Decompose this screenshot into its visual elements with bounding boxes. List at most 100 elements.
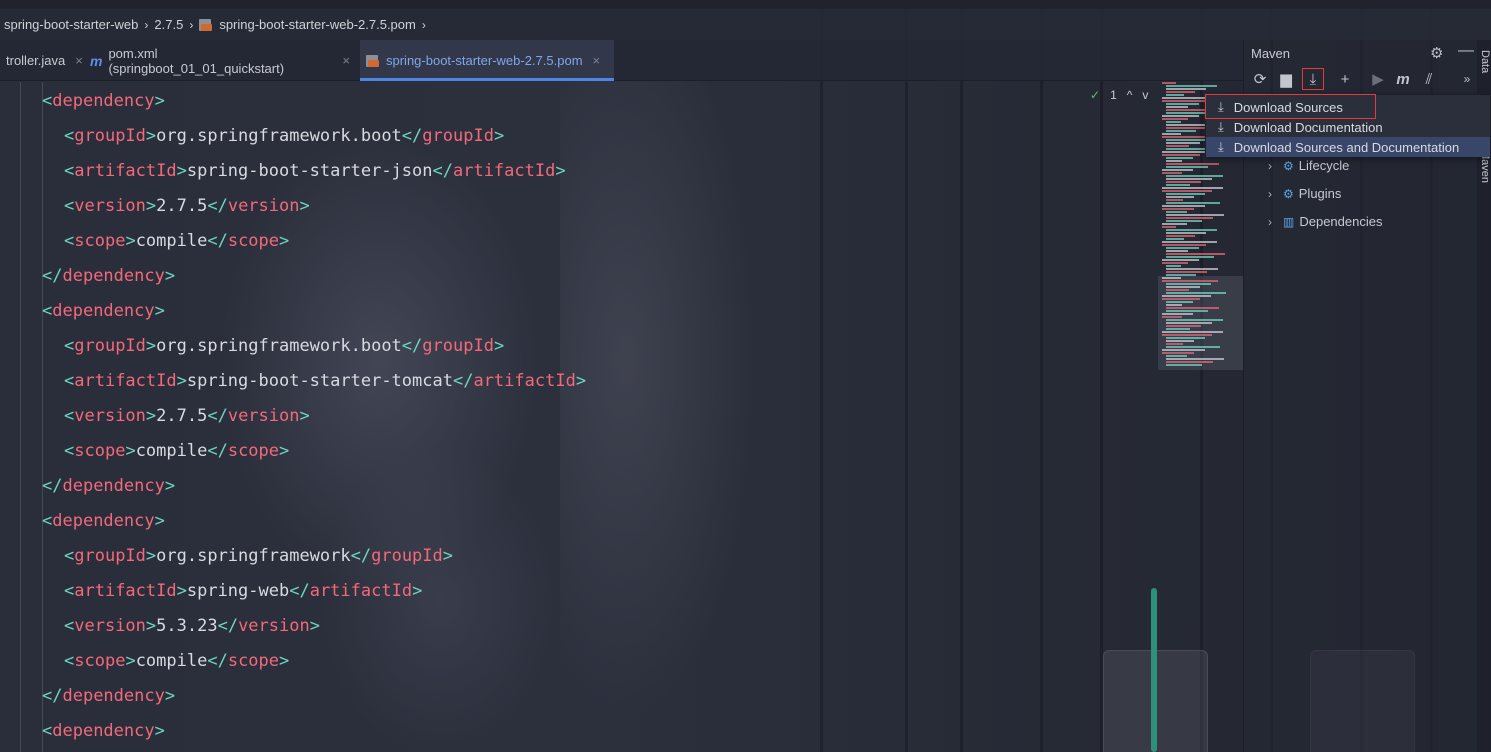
tree-item-dependencies[interactable]: › ▥ Dependencies xyxy=(1268,214,1382,229)
indent-guide xyxy=(20,82,21,752)
tag-name: groupId xyxy=(422,126,494,146)
tag-name: artifactId xyxy=(452,161,556,181)
menu-item-download-sources-and-documentation[interactable]: ⤓ Download Sources and Documentation xyxy=(1206,137,1490,157)
inspection-widget[interactable]: ✓ 1 ^ v xyxy=(1090,88,1148,102)
element-text: spring-boot-starter-json xyxy=(186,161,433,181)
tag-name: artifactId xyxy=(473,371,576,391)
code-line[interactable]: <artifactId>spring-boot-starter-json</ar… xyxy=(64,154,566,189)
tag-name: scope xyxy=(74,441,126,461)
tab-starter-web-pom[interactable]: spring-boot-starter-web-2.7.5.pom × xyxy=(360,40,614,81)
code-line[interactable]: <groupId>org.springframework</groupId> xyxy=(64,539,453,574)
minimap-line xyxy=(1162,187,1223,189)
code-editor[interactable]: <dependency> <groupId>org.springframework… xyxy=(0,82,1160,752)
code-line[interactable]: <groupId>org.springframework.boot</group… xyxy=(64,119,504,154)
code-line[interactable]: <scope>compile</scope> xyxy=(64,224,289,259)
tree-item-lifecycle[interactable]: › ⚙ Lifecycle xyxy=(1268,158,1349,173)
add-icon[interactable]: + xyxy=(1334,68,1356,90)
tag-name: version xyxy=(238,616,310,636)
minimap-line xyxy=(1166,268,1218,270)
tag-close-bracket: > xyxy=(279,441,290,461)
maven-goal-icon[interactable]: m xyxy=(1392,68,1414,90)
generate-sources-icon[interactable]: ▆ xyxy=(1275,68,1297,90)
skip-tests-icon[interactable]: ⫽ xyxy=(1418,68,1440,90)
breadcrumb-item-artifact[interactable]: spring-boot-starter-web xyxy=(4,17,138,32)
element-text: spring-web xyxy=(186,581,290,601)
close-icon[interactable]: × xyxy=(593,53,601,68)
tag-name: groupId xyxy=(371,546,443,566)
gear-icon[interactable]: ⚙ xyxy=(1430,44,1443,62)
code-line[interactable]: </dependency> xyxy=(42,469,175,504)
tag-close-bracket: > xyxy=(154,91,165,111)
tag-name: artifactId xyxy=(74,161,177,181)
code-line[interactable]: <dependency> xyxy=(42,294,165,329)
minimap-line xyxy=(1166,88,1206,90)
more-icon[interactable]: » xyxy=(1456,68,1478,90)
tag-open-bracket: </ xyxy=(207,231,228,251)
tag-open-bracket: </ xyxy=(452,371,474,391)
minimize-icon[interactable]: — xyxy=(1458,42,1474,60)
minimap-line xyxy=(1166,103,1199,105)
chevron-right-icon[interactable]: › xyxy=(1268,215,1278,229)
tag-open-bracket: < xyxy=(64,441,75,461)
chevron-right-icon[interactable]: › xyxy=(1268,159,1278,173)
breadcrumb-separator: › xyxy=(421,17,426,32)
element-text: compile xyxy=(135,441,208,461)
tag-name: scope xyxy=(227,651,280,671)
close-icon[interactable]: × xyxy=(342,53,350,68)
minimap-line xyxy=(1166,289,1189,291)
breadcrumb-item-version[interactable]: 2.7.5 xyxy=(154,17,183,32)
tag-name: version xyxy=(227,196,300,216)
tag-open-bracket: </ xyxy=(289,581,310,601)
menu-item-label: Download Sources and Documentation xyxy=(1233,139,1460,155)
code-line[interactable]: <version>2.7.5</version> xyxy=(64,189,310,224)
chevron-up-icon[interactable]: ^ xyxy=(1127,88,1133,102)
chevron-down-icon[interactable]: v xyxy=(1142,88,1148,102)
tag-close-bracket: > xyxy=(145,406,157,426)
dependencies-icon: ▥ xyxy=(1283,214,1295,229)
vertical-scrollbar[interactable] xyxy=(1151,588,1157,752)
close-icon[interactable]: × xyxy=(75,53,83,68)
tag-close-bracket: > xyxy=(154,511,165,531)
download-icon[interactable]: ⤓ xyxy=(1302,68,1324,90)
tab-controller-java[interactable]: troller.java × xyxy=(0,40,83,81)
tab-label: spring-boot-starter-web-2.7.5.pom xyxy=(386,53,583,68)
code-line[interactable]: <dependency> xyxy=(42,84,165,119)
tag-close-bracket: > xyxy=(575,371,587,391)
minimap-line xyxy=(1162,259,1199,261)
reload-icon[interactable]: ⟳ xyxy=(1249,68,1271,90)
code-line[interactable]: <scope>compile</scope> xyxy=(64,644,289,679)
tag-close-bracket: > xyxy=(279,231,290,251)
tag-open-bracket: < xyxy=(64,161,75,181)
breadcrumb-item-file[interactable]: spring-boot-starter-web-2.7.5.pom xyxy=(219,17,416,32)
tree-item-plugins[interactable]: › ⚙ Plugins xyxy=(1268,186,1341,201)
code-line[interactable]: <dependency> xyxy=(42,714,165,749)
tag-name: version xyxy=(227,406,300,426)
side-tab-data[interactable]: Data xyxy=(1479,50,1491,73)
minimap-line xyxy=(1162,118,1188,120)
code-line[interactable]: <version>2.7.5</version> xyxy=(64,399,310,434)
minimap-line xyxy=(1162,115,1199,117)
code-line[interactable]: </dependency> xyxy=(42,259,175,294)
check-icon: ✓ xyxy=(1090,88,1101,102)
code-line[interactable]: <groupId>org.springframework.boot</group… xyxy=(64,329,504,364)
code-line[interactable]: <version>5.3.23</version> xyxy=(64,609,320,644)
minimap-line xyxy=(1162,154,1200,156)
code-line[interactable]: <scope>compile</scope> xyxy=(64,434,289,469)
chevron-right-icon[interactable]: › xyxy=(1268,187,1278,201)
code-line[interactable]: <dependency> xyxy=(42,504,165,539)
menu-item-download-documentation[interactable]: ⤓ Download Documentation xyxy=(1206,117,1490,137)
tag-name: version xyxy=(74,196,146,216)
tag-open-bracket: < xyxy=(64,231,75,251)
code-line[interactable]: <artifactId>spring-web</artifactId> xyxy=(64,574,422,609)
minimap-line xyxy=(1166,325,1201,327)
tag-name: scope xyxy=(74,651,126,671)
code-line[interactable]: </dependency> xyxy=(42,679,175,714)
gear-icon: ⚙ xyxy=(1283,186,1294,201)
tag-open-bracket: </ xyxy=(42,686,63,706)
tag-open-bracket: < xyxy=(64,616,75,636)
tag-name: version xyxy=(74,406,146,426)
run-icon[interactable]: ▶ xyxy=(1367,68,1389,90)
code-line[interactable]: <artifactId>spring-boot-starter-tomcat</… xyxy=(64,364,586,399)
tag-close-bracket: > xyxy=(125,231,136,251)
tab-pom-xml[interactable]: m pom.xml (springboot_01_01_quickstart) … xyxy=(84,40,356,81)
